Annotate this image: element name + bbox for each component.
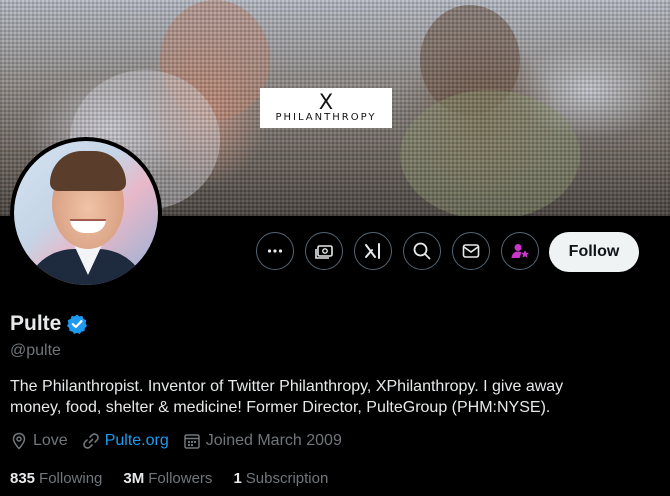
grok-icon [365,243,380,259]
profile-bio: The Philanthropist. Inventor of Twitter … [10,378,564,416]
followers-stat[interactable]: 3M Followers [123,470,212,487]
banner-figure [400,90,580,216]
logo-mark: X [318,90,334,114]
subscriptions-label: Subscription [245,470,329,487]
follow-button[interactable]: Follow [549,232,639,272]
x-philanthropy-logo: X PHILANTHROPY [260,88,392,128]
subscriptions-count: 1 [233,470,242,487]
location-item: Love [10,432,68,450]
joined-date: Joined March 2009 [205,432,342,449]
location-text: Love [33,432,68,449]
money-icon [315,245,333,259]
followers-count: 3M [123,470,145,487]
search-icon [413,242,431,260]
tip-button[interactable] [305,232,343,270]
subscribe-button[interactable] [501,232,539,270]
profile-stats: 835 Following 3M Followers 1 Subscription [10,470,349,487]
user-handle: @pulte [10,342,61,359]
followers-label: Followers [148,470,213,487]
subscriptions-stat[interactable]: 1 Subscription [233,470,328,487]
following-count: 835 [10,470,36,487]
subscribe-icon [511,244,529,258]
link-icon [82,433,99,449]
joined-item: Joined March 2009 [183,432,342,450]
profile-meta: Love Pulte.org Joined March 2009 [10,432,356,450]
banner-figure [160,0,270,120]
more-button[interactable] [256,232,294,270]
calendar-icon [184,434,200,449]
website-link[interactable]: Pulte.org [105,432,169,450]
avatar[interactable] [10,137,162,289]
website-item: Pulte.org [82,432,169,450]
avatar-photo [14,141,158,285]
grok-button[interactable] [354,232,392,270]
following-label: Following [39,470,103,487]
banner-figure [420,5,520,115]
more-icon [267,249,283,253]
message-icon [462,244,480,258]
search-button[interactable] [403,232,441,270]
avatar-hair [50,151,126,191]
name-row: Pulte [10,312,88,336]
message-button[interactable] [452,232,490,270]
location-pin-icon [12,432,26,450]
display-name: Pulte [10,312,62,335]
logo-text: PHILANTHROPY [275,112,377,123]
following-stat[interactable]: 835 Following [10,470,102,487]
verified-badge-icon[interactable] [66,313,88,335]
